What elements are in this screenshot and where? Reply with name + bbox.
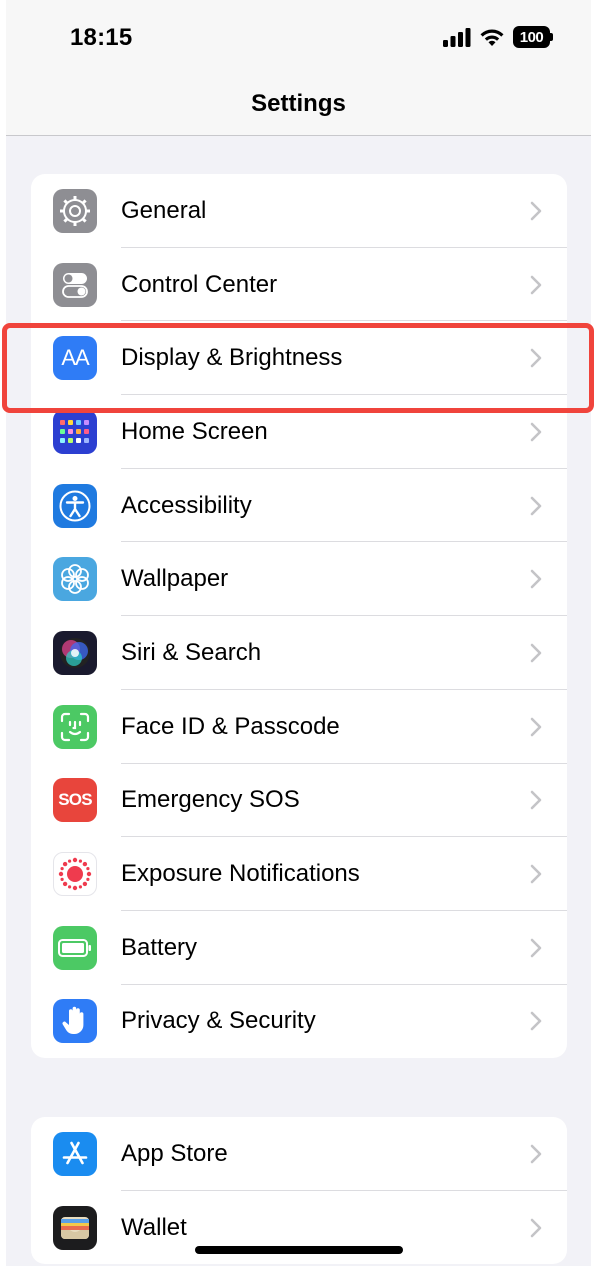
settings-row-label: Accessibility — [121, 491, 252, 519]
page-title: Settings — [251, 90, 346, 117]
chevron-right-icon — [530, 717, 542, 736]
accessibility-person-icon — [53, 483, 97, 528]
settings-row-control-center[interactable]: Control Center — [31, 248, 567, 322]
settings-row-label: Home Screen — [121, 417, 268, 445]
home-indicator[interactable] — [195, 1246, 403, 1254]
app-grid-icon — [53, 409, 97, 454]
settings-row-label: Exposure Notifications — [121, 860, 360, 888]
battery-indicator: 100 — [513, 26, 553, 48]
settings-row-label: General — [121, 196, 207, 224]
settings-group-apps: App Store Wallet — [31, 1117, 567, 1265]
battery-level: 100 — [513, 26, 550, 48]
settings-row-label: Emergency SOS — [121, 786, 300, 814]
chevron-right-icon — [530, 496, 542, 515]
toggle-switches-icon — [53, 262, 97, 307]
siri-orb-icon — [53, 630, 97, 675]
settings-row-label: Control Center — [121, 270, 278, 298]
exposure-dots-icon — [53, 852, 97, 897]
wallet-icon — [53, 1205, 97, 1250]
battery-tip — [550, 33, 553, 41]
flower-icon — [53, 557, 97, 602]
wifi-icon — [480, 29, 504, 46]
settings-row-label: Siri & Search — [121, 638, 262, 666]
settings-row-exposure-notifications[interactable]: Exposure Notifications — [31, 837, 567, 911]
sos-glyph: SOS — [58, 790, 92, 810]
chevron-right-icon — [530, 938, 542, 958]
settings-row-wallpaper[interactable]: Wallpaper — [31, 542, 567, 617]
chevron-right-icon — [530, 1012, 542, 1031]
settings-row-label: Privacy & Security — [121, 1007, 316, 1035]
settings-row-label: Battery — [121, 933, 198, 961]
chevron-right-icon — [530, 643, 542, 663]
status-bar: 18:15 100 — [6, 0, 591, 78]
settings-group-main: General Control Center AA Display & Brig — [31, 174, 567, 1059]
settings-row-label: Wallpaper — [121, 565, 229, 593]
gear-icon — [53, 188, 97, 233]
hand-icon — [53, 999, 97, 1044]
chevron-right-icon — [530, 864, 542, 884]
chevron-right-icon — [530, 201, 542, 221]
chevron-right-icon — [530, 1144, 542, 1164]
settings-row-privacy-security[interactable]: Privacy & Security — [31, 985, 567, 1059]
settings-row-general[interactable]: General — [31, 174, 567, 248]
chevron-right-icon — [530, 275, 542, 294]
settings-row-label: Wallet — [121, 1213, 187, 1241]
highlight-box-display-brightness — [2, 323, 594, 413]
app-store-icon — [53, 1131, 97, 1176]
settings-row-app-store[interactable]: App Store — [31, 1117, 567, 1191]
status-icons: 100 — [443, 26, 553, 48]
face-id-icon — [53, 704, 97, 749]
settings-row-emergency-sos[interactable]: SOS Emergency SOS — [31, 764, 567, 838]
navigation-bar: Settings — [6, 78, 591, 136]
settings-row-battery[interactable]: Battery — [31, 911, 567, 985]
settings-screen: 18:15 100 Settings General Control Cente… — [6, 0, 591, 1266]
chevron-right-icon — [530, 569, 542, 589]
battery-icon — [53, 925, 97, 970]
settings-row-face-id-passcode[interactable]: Face ID & Passcode — [31, 690, 567, 764]
cellular-signal-icon — [443, 28, 471, 47]
settings-row-accessibility[interactable]: Accessibility — [31, 469, 567, 543]
settings-row-label: App Store — [121, 1139, 228, 1167]
status-time: 18:15 — [70, 24, 133, 51]
settings-row-label: Face ID & Passcode — [121, 712, 340, 740]
chevron-right-icon — [530, 1218, 542, 1237]
sos-icon: SOS — [53, 778, 97, 823]
chevron-right-icon — [530, 791, 542, 810]
settings-row-siri-search[interactable]: Siri & Search — [31, 616, 567, 690]
chevron-right-icon — [530, 422, 542, 442]
